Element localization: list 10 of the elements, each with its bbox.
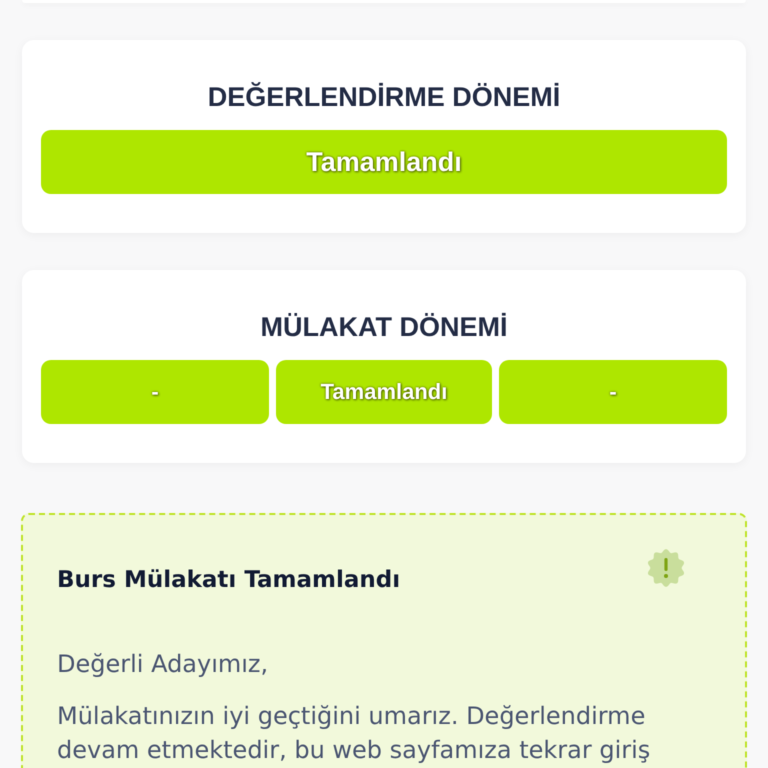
alert-badge-icon [647,549,685,587]
status-pill: - [41,360,269,424]
status-pill: Tamamlandı [41,130,727,194]
status-pill: Tamamlandı [276,360,492,424]
period-title: DEĞERLENDİRME DÖNEMİ [208,81,560,114]
status-pill: - [499,360,727,424]
notice-text: Mülakatınızın iyi geçtiğini umarız. Değerlendirme devam etmektedir, bu web sayfamıza tekrar giriş [57,701,652,766]
notice-text: Değerli Adayımız, [57,649,270,680]
period-title: MÜLAKAT DÖNEMİ [260,311,508,344]
notice-title: Burs Mülakatı Tamamlandı [57,566,400,595]
